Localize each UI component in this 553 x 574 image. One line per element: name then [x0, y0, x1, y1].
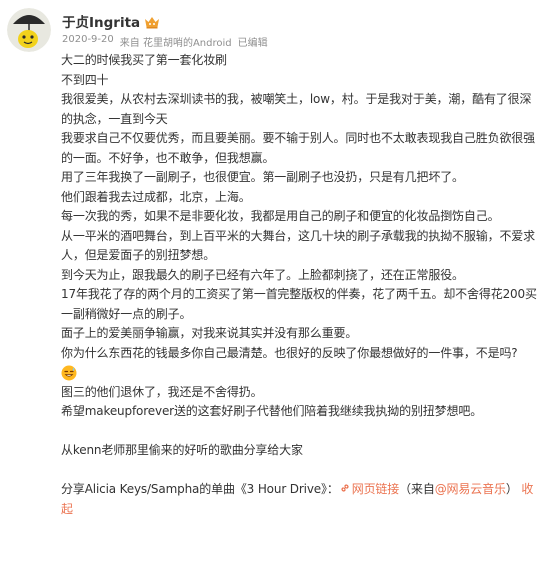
username[interactable]: 于贞Ingrita: [62, 11, 140, 31]
post-content: 大二的时候我买了第一套化妆刷 不到四十 我很爱美，从农村去深圳读书的我，被嘲笑土…: [61, 51, 539, 519]
edited-label[interactable]: 已编辑: [238, 34, 268, 49]
name-row: 于贞Ingrita: [62, 11, 542, 31]
emoji-line: [61, 363, 539, 383]
post-line: 面子上的爱美丽争输赢，对我来说其实并没有那么重要。: [61, 326, 358, 340]
post-source[interactable]: 来自 花里胡哨的Android: [120, 34, 232, 49]
source-close: ）: [505, 482, 518, 496]
post-line: 用了三年我换了一副刷子，也很便宜。第一副刷子也没扔，只是有几把坏了。: [61, 170, 464, 184]
post-line: 从kenn老师那里偷来的好听的歌曲分享给大家: [61, 443, 303, 457]
post-line: 我很爱美，从农村去深圳读书的我，被嘲笑土，low，村。于是我对于美，潮，酷有了很…: [61, 92, 532, 126]
post-meta: 2020-9-20 来自 花里胡哨的Android 已编辑: [62, 34, 542, 49]
avatar[interactable]: [7, 8, 51, 52]
post-line: 每一次我的秀，如果不是非要化妆，我都是用自己的刷子和便宜的化妆品捯饬自己。: [61, 209, 500, 223]
post-line: 希望makeupforever送的这套好刷子代替他们陪着我继续我执拗的别扭梦想吧…: [61, 404, 483, 418]
post-header: 于贞Ingrita 2020-9-20 来自 花里胡哨的Android 已编辑: [62, 11, 542, 49]
weibo-post: 于贞Ingrita 2020-9-20 来自 花里胡哨的Android 已编辑 …: [0, 0, 553, 574]
post-line: 17年我花了存的两个月的工资买了第一首完整版权的伴奏，花了两千五。却不舍得花20…: [61, 287, 537, 321]
post-line: 他们跟着我去过成都，北京，上海。: [61, 189, 251, 204]
source-open: （来自: [399, 482, 435, 496]
share-prefix: 分享Alicia Keys/Sampha的单曲《3 Hour Drive》：: [61, 482, 339, 496]
post-line: 从一平米的酒吧舞台，到上百平米的大舞台，这几十块的刷子承载我的执拗不服输，不爱求…: [61, 228, 536, 263]
post-date[interactable]: 2020-9-20: [62, 34, 114, 49]
post-line: 你为什么东西花的钱最多你自己最清楚。也很好的反映了你最想做好的一件事，不是吗?: [61, 345, 518, 360]
post-line: 我要求自己不仅要优秀，而且要美丽。要不输于别人。同时也不太敢表现我自己胜负欲很强…: [61, 131, 536, 165]
post-line: 大二的时候我买了第一套化妆刷: [61, 53, 227, 67]
music-source-link[interactable]: @网易云音乐: [435, 482, 506, 496]
mascot-with-umbrella-icon: [7, 8, 51, 52]
post-line: 到今天为止，跟我最久的刷子已经有六年了。上脸都刺挠了，还在正常服役。: [61, 267, 464, 282]
web-link[interactable]: 网页链接: [352, 482, 400, 496]
link-icon[interactable]: [339, 481, 351, 493]
vip-crown-icon[interactable]: [144, 14, 160, 29]
sweat-smile-emoji-icon: [61, 365, 77, 381]
share-line: 分享Alicia Keys/Sampha的单曲《3 Hour Drive》： 网页…: [61, 480, 539, 519]
post-line: 不到四十: [61, 72, 109, 87]
post-line: 图三的他们退休了，我还是不舍得扔。: [61, 384, 263, 399]
